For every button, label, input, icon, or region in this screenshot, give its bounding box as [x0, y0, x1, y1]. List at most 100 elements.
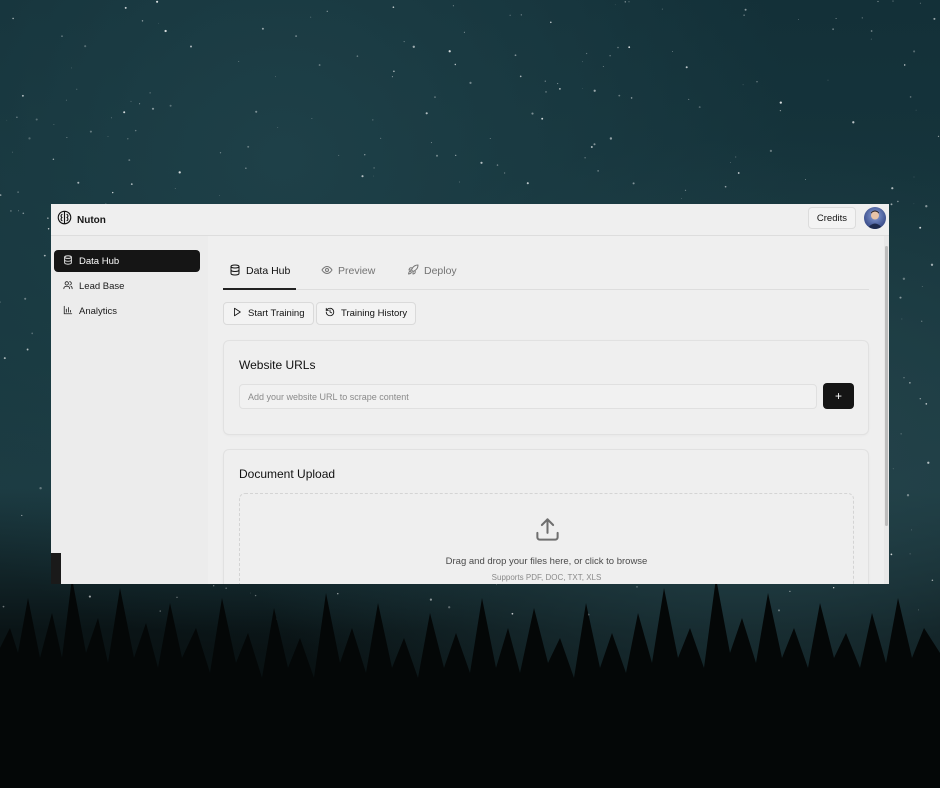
star: [39, 487, 42, 490]
star: [909, 553, 911, 555]
star: [541, 117, 544, 120]
star: [921, 286, 923, 287]
sidebar-item-analytics[interactable]: Analytics: [54, 300, 200, 322]
star: [21, 94, 24, 97]
star: [901, 318, 903, 320]
star: [937, 135, 940, 138]
star: [47, 228, 50, 230]
file-dropzone[interactable]: Drag and drop your files here, or click …: [239, 493, 854, 584]
star: [919, 2, 921, 4]
sidebar-item-lead-base[interactable]: Lead Base: [54, 275, 200, 297]
star: [164, 29, 167, 33]
eye-icon: [321, 264, 333, 279]
tab-label: Deploy: [424, 265, 457, 277]
website-urls-title: Website URLs: [239, 358, 316, 372]
star: [463, 31, 465, 33]
star: [544, 80, 546, 82]
star: [16, 116, 18, 119]
star: [26, 348, 29, 351]
star: [77, 181, 80, 184]
add-url-button[interactable]: +: [823, 383, 854, 409]
star: [919, 226, 922, 229]
avatar[interactable]: [864, 207, 886, 229]
tab-preview[interactable]: Preview: [321, 260, 375, 282]
star: [597, 170, 599, 172]
star: [900, 433, 902, 435]
star: [913, 50, 916, 53]
star: [891, 187, 894, 190]
scrollbar-thumb[interactable]: [885, 246, 888, 526]
sidebar-item-data-hub[interactable]: Data Hub: [54, 250, 200, 272]
star: [661, 8, 663, 10]
users-icon: [63, 280, 73, 293]
star: [590, 146, 593, 148]
star: [434, 96, 436, 98]
star: [128, 159, 131, 162]
active-tab-indicator: [223, 288, 296, 290]
upload-icon: [534, 516, 561, 543]
star: [558, 87, 561, 90]
tab-label: Data Hub: [246, 265, 291, 277]
star: [593, 89, 596, 92]
website-urls-card: Website URLs +: [223, 340, 869, 435]
website-url-input[interactable]: [239, 384, 817, 409]
star: [593, 143, 596, 146]
star: [71, 67, 73, 69]
star: [22, 212, 25, 215]
star: [684, 189, 687, 191]
star: [609, 137, 613, 140]
star: [391, 76, 393, 78]
star: [110, 117, 113, 119]
dropzone-instructions: Drag and drop your files here, or click …: [445, 556, 648, 567]
star: [581, 88, 583, 89]
star: [364, 154, 366, 156]
star: [452, 5, 454, 7]
credits-button[interactable]: Credits: [807, 207, 856, 229]
training-history-button[interactable]: Training History: [316, 302, 417, 325]
star: [454, 63, 457, 66]
star: [277, 127, 279, 128]
button-label: Start Training: [248, 308, 305, 319]
star: [130, 183, 133, 185]
star: [436, 154, 438, 157]
history-icon: [325, 307, 335, 320]
star: [238, 61, 240, 62]
star: [89, 130, 92, 133]
star: [255, 110, 258, 113]
button-label: Training History: [341, 308, 408, 319]
star: [12, 17, 14, 20]
star: [139, 103, 141, 105]
start-training-button[interactable]: Start Training: [223, 302, 314, 325]
star: [158, 22, 159, 24]
star: [311, 118, 313, 119]
star: [338, 154, 340, 156]
star: [744, 8, 747, 11]
star: [805, 179, 806, 180]
star: [156, 0, 159, 3]
star: [469, 81, 472, 84]
tab-data-hub[interactable]: Data Hub: [229, 260, 290, 282]
star: [852, 121, 855, 124]
dock-strip: [51, 553, 61, 584]
star: [688, 98, 690, 100]
star: [66, 137, 68, 138]
star: [584, 157, 586, 159]
star: [614, 4, 616, 6]
star: [455, 154, 457, 157]
brand[interactable]: Nuton: [57, 210, 106, 230]
star: [681, 198, 682, 199]
star: [373, 175, 375, 177]
star: [915, 109, 917, 111]
star: [17, 191, 19, 193]
star: [412, 45, 415, 48]
tree-silhouettes: [0, 578, 940, 788]
star: [480, 161, 483, 164]
star: [112, 191, 114, 194]
scrollbar[interactable]: [884, 236, 889, 584]
star: [672, 51, 673, 52]
tab-deploy[interactable]: Deploy: [407, 260, 457, 282]
star: [448, 50, 451, 53]
star: [632, 182, 635, 185]
star: [698, 106, 701, 109]
star: [356, 55, 359, 57]
